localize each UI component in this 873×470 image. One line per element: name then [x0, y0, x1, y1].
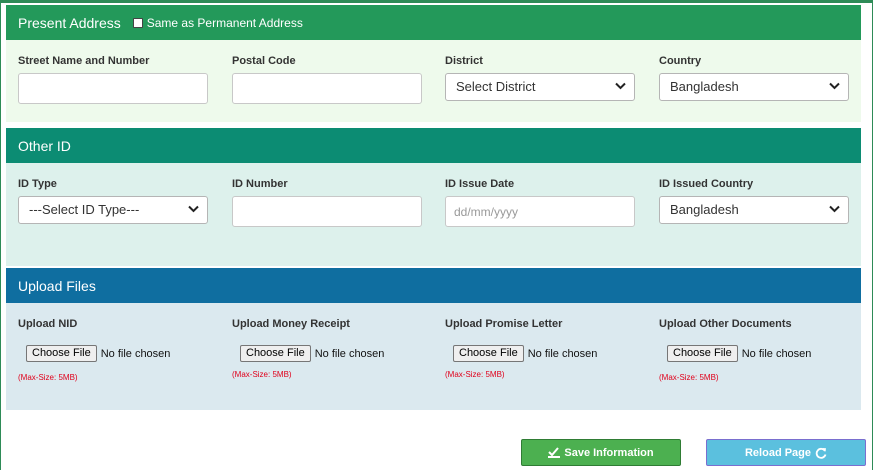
other-id-header: Other ID — [6, 128, 861, 163]
check-save-icon — [548, 447, 561, 458]
district-field: District Select District — [445, 55, 635, 115]
country-label: Country — [659, 55, 702, 67]
upload-files-body: Upload NID Choose File No file chosen (M… — [6, 303, 861, 410]
country-field: Country Bangladesh — [659, 55, 849, 115]
save-information-label: Save Information — [564, 446, 654, 459]
district-select[interactable]: Select District — [445, 73, 635, 101]
id-number-input[interactable] — [232, 196, 422, 227]
id-issued-country-label: ID Issued Country — [659, 178, 754, 190]
save-information-button[interactable]: Save Information — [521, 439, 681, 466]
upload-money-receipt-field: Upload Money Receipt Choose File No file… — [232, 318, 432, 398]
id-type-field: ID Type ---Select ID Type--- — [18, 178, 208, 238]
upload-nid-label: Upload NID — [18, 318, 78, 330]
upload-other-documents-max-size: (Max-Size: 5MB) — [659, 373, 719, 382]
same-as-permanent-label: Same as Permanent Address — [146, 15, 303, 30]
id-type-select[interactable]: ---Select ID Type--- — [18, 196, 208, 224]
upload-promise-letter-max-size: (Max-Size: 5MB) — [445, 370, 505, 379]
upload-promise-letter-label: Upload Promise Letter — [445, 318, 563, 330]
present-address-section: Present Address Same as Permanent Addres… — [6, 5, 861, 122]
postal-label: Postal Code — [232, 55, 296, 67]
street-field: Street Name and Number — [18, 55, 208, 115]
upload-money-receipt-label: Upload Money Receipt — [232, 318, 350, 330]
chevron-down-icon — [829, 205, 840, 213]
id-number-field: ID Number — [232, 178, 422, 238]
upload-files-section: Upload Files Upload NID Choose File No f… — [6, 268, 861, 410]
upload-files-title: Upload Files — [18, 277, 96, 294]
same-as-permanent-checkbox[interactable] — [132, 17, 143, 28]
reload-page-button[interactable]: Reload Page — [706, 439, 866, 466]
district-selected-value: Select District — [456, 79, 536, 94]
upload-nid-status: No file chosen — [100, 347, 171, 360]
country-select[interactable]: Bangladesh — [659, 73, 849, 101]
present-address-header: Present Address Same as Permanent Addres… — [6, 5, 861, 40]
chevron-down-icon — [829, 82, 840, 90]
postal-field: Postal Code — [232, 55, 422, 115]
refresh-icon — [815, 447, 827, 459]
upload-promise-letter-choose-file-button[interactable]: Choose File — [453, 345, 524, 362]
present-address-body: Street Name and Number Postal Code Distr… — [6, 40, 861, 122]
other-id-title: Other ID — [18, 137, 71, 154]
id-issued-country-selected-value: Bangladesh — [670, 202, 739, 217]
id-issue-date-input[interactable]: dd/mm/yyyy — [445, 196, 635, 227]
upload-files-header: Upload Files — [6, 268, 861, 303]
district-label: District — [445, 55, 483, 67]
reload-page-label: Reload Page — [744, 446, 812, 459]
id-issued-country-select[interactable]: Bangladesh — [659, 196, 849, 224]
id-issue-date-field: ID Issue Date dd/mm/yyyy — [445, 178, 635, 238]
id-type-label: ID Type — [18, 178, 57, 190]
upload-money-receipt-max-size: (Max-Size: 5MB) — [232, 370, 292, 379]
chevron-down-icon — [615, 82, 626, 90]
upload-money-receipt-choose-file-button[interactable]: Choose File — [240, 345, 311, 362]
other-id-body: ID Type ---Select ID Type--- ID Number I… — [6, 163, 861, 266]
id-issue-date-label: ID Issue Date — [445, 178, 515, 190]
upload-promise-letter-status: No file chosen — [527, 347, 598, 360]
street-label: Street Name and Number — [18, 55, 150, 67]
country-selected-value: Bangladesh — [670, 79, 739, 94]
id-type-selected-value: ---Select ID Type--- — [29, 202, 140, 217]
upload-other-documents-status: No file chosen — [741, 347, 812, 360]
chevron-down-icon — [188, 205, 199, 213]
upload-other-documents-field: Upload Other Documents Choose File No fi… — [659, 318, 859, 398]
upload-money-receipt-status: No file chosen — [314, 347, 385, 360]
upload-other-documents-choose-file-button[interactable]: Choose File — [667, 345, 738, 362]
street-input[interactable] — [18, 73, 208, 104]
upload-promise-letter-field: Upload Promise Letter Choose File No fil… — [445, 318, 645, 398]
upload-other-documents-label: Upload Other Documents — [659, 318, 792, 330]
other-id-section: Other ID ID Type ---Select ID Type--- ID… — [6, 128, 861, 266]
id-number-label: ID Number — [232, 178, 288, 190]
upload-nid-max-size: (Max-Size: 5MB) — [18, 373, 78, 382]
present-address-title: Present Address — [18, 14, 121, 31]
upload-nid-choose-file-button[interactable]: Choose File — [26, 345, 97, 362]
upload-nid-field: Upload NID Choose File No file chosen (M… — [18, 318, 218, 398]
id-issued-country-field: ID Issued Country Bangladesh — [659, 178, 849, 238]
postal-input[interactable] — [232, 73, 422, 104]
